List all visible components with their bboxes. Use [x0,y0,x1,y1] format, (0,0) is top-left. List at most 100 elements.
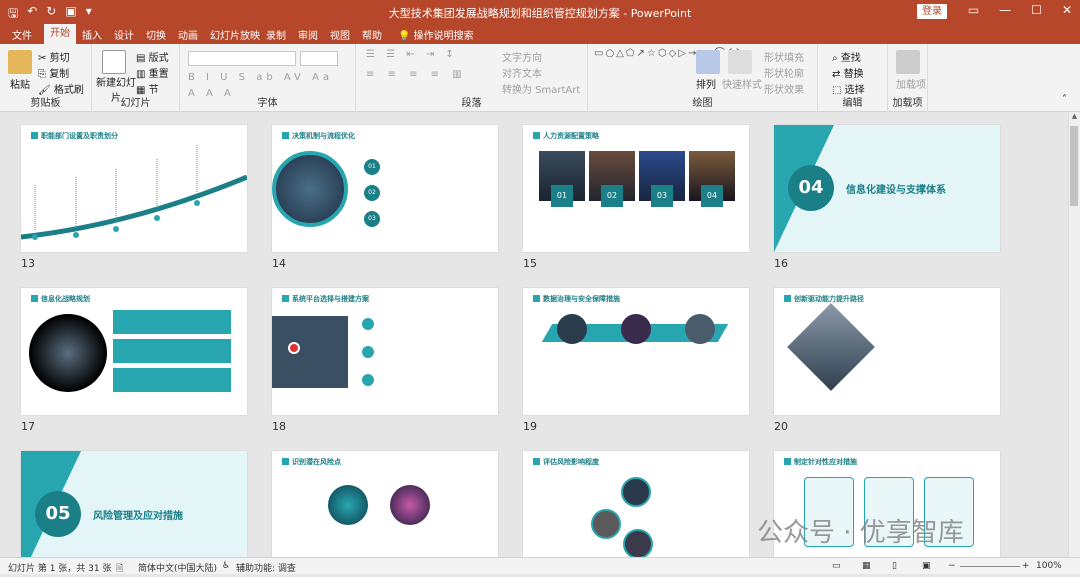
group-clipboard: 粘贴 ✂ 剪切 ⎘ 复制 🖌 格式刷 剪贴板 [0,44,92,112]
tell-me-search[interactable]: 💡 操作说明搜索 [398,27,474,42]
font-name-box[interactable] [188,51,296,66]
slide-thumbnail[interactable]: 信息化战略规划 [21,288,247,415]
spellcheck-icon[interactable]: 🗎 [116,561,123,577]
arrange-button[interactable]: 排列 [696,76,716,91]
copy-button[interactable]: ⎘ 复制 [38,65,69,80]
shape-fill-button[interactable]: 形状填充 [764,49,804,64]
slide-number: 15 [523,257,537,270]
login-button[interactable]: 登录 [917,4,947,19]
tab-review[interactable]: 审阅 [298,27,318,42]
slide-thumbnail[interactable]: 职能部门设置及职责划分 [21,125,247,252]
bullet-icon [362,346,374,358]
slide-title: 决策机制与流程优化 [282,131,355,141]
arrange-icon[interactable] [696,50,720,74]
reset-icon: ▥ [136,69,146,80]
group-font: B I U S ab AV Aa A A A 字体 [180,44,356,112]
tab-insert[interactable]: 插入 [82,27,102,42]
align-text-button[interactable]: 对齐文本 [502,65,542,80]
collapse-ribbon-icon[interactable]: ˄ [1062,94,1067,105]
paste-icon[interactable] [8,50,32,74]
timeline-graphic [21,145,247,240]
zoom-in-icon[interactable]: + [1022,561,1030,571]
reset-button[interactable]: ▥ 重置 [136,65,169,80]
tab-record[interactable]: 录制 [266,27,286,42]
zoom-out-icon[interactable]: − [948,561,956,571]
text-direction-button[interactable]: 文字方向 [502,49,542,64]
tab-design[interactable]: 设计 [114,27,134,42]
tab-animations[interactable]: 动画 [178,27,198,42]
slide-title: 人力资源配置策略 [533,131,599,141]
tab-slideshow[interactable]: 幻灯片放映 [210,27,260,42]
slide-thumbnail[interactable]: 05 风险管理及应对措施 [21,451,247,557]
cut-button[interactable]: ✂ 剪切 [38,49,70,64]
tab-view[interactable]: 视图 [330,27,350,42]
tab-transitions[interactable]: 切换 [146,27,166,42]
paragraph-label: 段落 [461,98,482,109]
addins-button[interactable]: 加载项 [896,76,926,91]
section-number: 05 [35,491,81,537]
find-button[interactable]: ⌕ 查找 [832,49,861,64]
tab-home[interactable]: 开始 [44,24,76,44]
addins-icon[interactable] [896,50,920,74]
strategy-box [113,368,231,392]
ribbon-display-icon[interactable]: ▭ [968,3,979,17]
photo-circle [390,485,430,525]
slide-thumbnail[interactable]: 04 信息化建设与支撑体系 [774,125,1000,252]
slide-thumbnail[interactable]: 人力资源配置策略 01 02 03 04 [523,125,749,252]
scrollbar-thumb[interactable] [1070,126,1078,206]
shape-outline-button[interactable]: 形状轮廓 [764,65,804,80]
quick-styles-button[interactable]: 快速样式 [722,76,762,91]
search-icon: ⌕ [832,53,838,64]
group-drawing: ▭○△⬠↗☆⬡◇▷→⟶⌒{} 排列 快速样式 形状填充 形状轮廓 形状效果 绘图 [588,44,818,112]
close-icon[interactable]: ✕ [1062,3,1072,17]
item-badge: 04 [701,185,723,207]
tab-file[interactable]: 文件 [12,27,32,42]
group-editing: ⌕ 查找 ⇄ 替换 ⬚ 选择 编辑 [818,44,888,112]
new-slide-icon[interactable] [102,50,126,74]
layout-icon: ▤ [136,53,146,64]
slide-number: 18 [272,420,286,433]
minimize-icon[interactable]: — [999,3,1011,17]
slide-thumbnail[interactable]: 系统平台选择与搭建方案 [272,288,498,415]
slide-title: 创新驱动能力提升路径 [784,294,864,304]
diamond-photo [787,303,875,391]
group-paragraph: ☰ ☰ ⇤ ⇥ ↕ ≡ ≡ ≡ ≡ ▥ 文字方向 对齐文本 转换为 SmartA… [356,44,588,112]
step-badge: 01 [364,159,380,175]
photo-circle [328,485,368,525]
scroll-up-icon[interactable]: ▲ [1069,112,1080,120]
shapes-gallery[interactable]: ▭○△⬠↗☆⬡◇▷→⟶⌒{} [594,48,741,60]
font-size-box[interactable] [300,51,338,66]
language-status[interactable]: 简体中文(中国大陆) [138,561,217,574]
align-buttons[interactable]: ≡ ≡ ≡ ≡ ▥ [366,69,467,80]
ribbon-tabs: 文件 开始 插入 设计 切换 动画 幻灯片放映 录制 审阅 视图 帮助 💡 操作… [0,24,1080,44]
layout-button[interactable]: ▤ 版式 [136,49,169,64]
maximize-icon[interactable]: ☐ [1031,3,1042,17]
section-title: 风险管理及应对措施 [93,511,183,522]
slide-thumbnail[interactable]: 识别潜在风险点 [272,451,498,557]
normal-view-icon[interactable]: ▭ [832,561,841,571]
clipboard-label: 剪贴板 [30,98,61,109]
item-badge: 03 [651,185,673,207]
font-format-buttons[interactable]: B I U S ab AV Aa [188,72,333,83]
accessibility-icon[interactable]: ♿ [222,561,230,571]
sorter-view-icon[interactable]: ▦ [862,561,871,571]
editing-label: 编辑 [842,98,863,109]
zoom-level[interactable]: 100% [1036,561,1062,571]
slide-thumbnail[interactable]: 数据治理与安全保障措施 [523,288,749,415]
watermark: 公众号 · 优享智库 [757,518,964,548]
tab-help[interactable]: 帮助 [362,27,382,42]
slideshow-view-icon[interactable]: ▣ [922,561,931,571]
section-number: 04 [788,165,834,211]
quick-styles-icon[interactable] [728,50,752,74]
list-buttons[interactable]: ☰ ☰ ⇤ ⇥ ↕ [366,49,458,60]
slide-number: 16 [774,257,788,270]
accessibility-status[interactable]: 辅助功能: 调查 [236,561,296,574]
group-slides: 新建幻灯片 ▤ 版式 ▥ 重置 ▦ 节 幻灯片 [92,44,180,112]
slide-thumbnail[interactable]: 决策机制与流程优化 01 02 03 [272,125,498,252]
slide-thumbnail[interactable]: 创新驱动能力提升路径 [774,288,1000,415]
reading-view-icon[interactable]: ▯ [892,561,897,571]
slide-thumbnail[interactable]: 评估风险影响程度 [523,451,749,557]
paste-button[interactable]: 粘贴 [10,76,30,91]
replace-button[interactable]: ⇄ 替换 [832,65,864,80]
zoom-slider[interactable] [960,566,1020,567]
